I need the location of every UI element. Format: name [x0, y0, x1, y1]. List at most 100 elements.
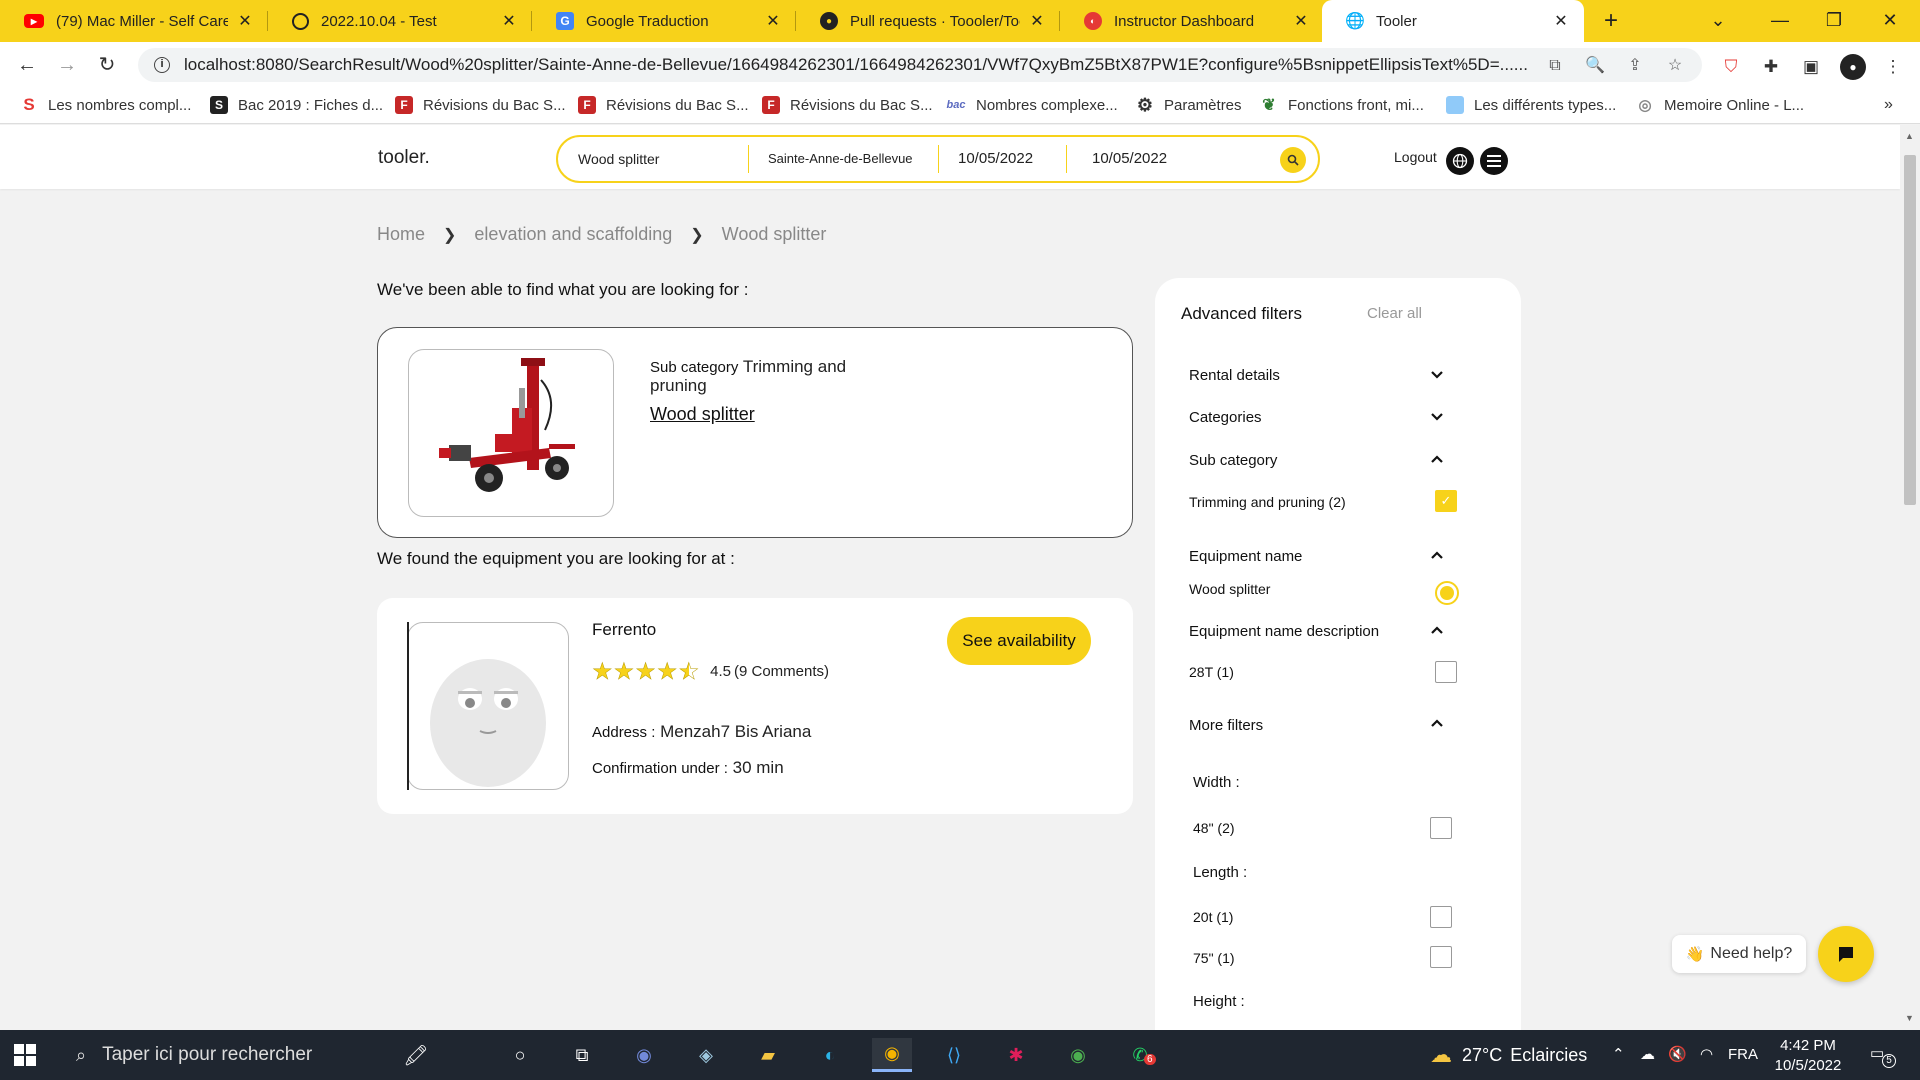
sub-category-checkbox[interactable]: ✓ [1435, 490, 1457, 512]
taskbar-clock[interactable]: 4:42 PM 10/5/2022 [1760, 1036, 1856, 1076]
cortana-icon[interactable]: ○ [500, 1038, 540, 1072]
notes-app-icon[interactable]: ◈ [686, 1038, 726, 1072]
extension-shield-icon[interactable]: ⛉ [1720, 56, 1742, 78]
weather-widget[interactable]: ☁ 27°C Eclaircies [1430, 1030, 1587, 1080]
location-input[interactable]: Sainte-Anne-de-Bellevue [768, 137, 938, 181]
description-checkbox[interactable] [1435, 661, 1457, 683]
close-icon[interactable]: ✕ [500, 11, 518, 31]
chat-button[interactable] [1818, 926, 1874, 982]
chevron-down-icon[interactable] [1429, 366, 1449, 386]
bookmark-item[interactable]: F Révisions du Bac S... [578, 96, 749, 114]
scroll-up-arrow-icon[interactable]: ▲ [1905, 131, 1914, 141]
widgets-icon[interactable]: 🖍 [396, 1038, 436, 1072]
equipment-image[interactable] [408, 349, 614, 517]
language-globe-button[interactable] [1446, 147, 1474, 175]
url-field[interactable]: i localhost:8080/SearchResult/Wood%20spl… [138, 48, 1702, 82]
edge-icon[interactable]: ◐ [810, 1038, 850, 1072]
onedrive-icon[interactable]: ☁ [1640, 1030, 1655, 1080]
equipment-name-link[interactable]: Wood splitter [650, 404, 755, 425]
chevron-up-icon[interactable]: ⌃ [1612, 1030, 1625, 1080]
volume-muted-icon[interactable]: 🔇 [1668, 1030, 1687, 1080]
bookmark-item[interactable]: S Bac 2019 : Fiches d... [210, 96, 383, 114]
site-info-icon[interactable]: i [154, 57, 170, 73]
tab-instructor-dashboard[interactable]: ◐ Instructor Dashboard ✕ [1060, 0, 1324, 42]
close-window-button[interactable]: ✕ [1862, 0, 1918, 42]
chrome-icon[interactable]: ◉ [872, 1038, 912, 1072]
bookmark-item[interactable]: F Révisions du Bac S... [395, 96, 566, 114]
forward-button[interactable]: → [52, 50, 82, 80]
chevron-down-icon[interactable] [1429, 408, 1449, 428]
slack-icon[interactable]: ✱ [996, 1038, 1036, 1072]
task-view-icon[interactable]: ⧉ [562, 1038, 602, 1072]
translate-icon[interactable]: ⧉ [1544, 55, 1566, 77]
clear-all-button[interactable]: Clear all [1367, 305, 1422, 322]
wifi-icon[interactable]: ◠ [1700, 1030, 1713, 1080]
bookmark-item[interactable]: ◎ Memoire Online - L... [1636, 96, 1804, 115]
equipment-result-card[interactable]: Sub category Trimming and pruning Wood s… [377, 327, 1133, 538]
chevron-up-icon[interactable] [1429, 547, 1449, 567]
minimize-button[interactable]: — [1752, 0, 1808, 42]
restore-button[interactable]: ❐ [1806, 0, 1862, 42]
close-icon[interactable]: ✕ [1292, 11, 1310, 31]
end-date-input[interactable]: 10/05/2022 [1092, 137, 1202, 181]
discord-icon[interactable]: ◉ [624, 1038, 664, 1072]
language-indicator[interactable]: FRA [1728, 1030, 1758, 1080]
share-icon[interactable]: ⇪ [1624, 55, 1646, 77]
notification-center-icon[interactable]: ▭ 5 [1870, 1044, 1896, 1068]
breadcrumb-category[interactable]: elevation and scaffolding [474, 224, 672, 245]
width-checkbox[interactable] [1430, 817, 1452, 839]
breadcrumb-home[interactable]: Home [377, 224, 425, 245]
scroll-down-arrow-icon[interactable]: ▼ [1905, 1013, 1914, 1023]
close-icon[interactable]: ✕ [236, 11, 254, 31]
tab-tooler[interactable]: 🌐 Tooler ✕ [1322, 0, 1584, 42]
bookmark-item[interactable]: ⚙ Paramètres [1136, 95, 1242, 115]
close-icon[interactable]: ✕ [1028, 11, 1046, 31]
vscode-icon[interactable]: ⟨⟩ [934, 1038, 974, 1072]
rental-details-section[interactable]: Rental details [1189, 367, 1280, 384]
site-logo[interactable]: tooler. [378, 147, 430, 169]
tab-youtube[interactable]: ▶ (79) Mac Miller - Self Care - ✕ [0, 0, 268, 42]
tab-test[interactable]: 2022.10.04 - Test ✕ [268, 0, 532, 42]
bookmark-item[interactable]: Les différents types... [1446, 96, 1616, 114]
page-scrollbar[interactable]: ▲ ▼ [1900, 125, 1920, 1030]
more-filters-section[interactable]: More filters [1189, 717, 1263, 734]
start-date-input[interactable]: 10/05/2022 [958, 137, 1068, 181]
file-explorer-icon[interactable]: ▰ [748, 1038, 788, 1072]
chrome-profile-icon[interactable]: ◉ [1058, 1038, 1098, 1072]
equipment-name-description-section[interactable]: Equipment name description [1189, 623, 1379, 640]
close-icon[interactable]: ✕ [1552, 11, 1570, 31]
bookmark-item[interactable]: S Les nombres compl... [20, 95, 191, 114]
chevron-up-icon[interactable] [1429, 451, 1449, 471]
bookmark-item[interactable]: bac Nombres complexe... [946, 96, 1118, 114]
bookmark-star-icon[interactable]: ☆ [1664, 55, 1686, 77]
logout-link[interactable]: Logout [1394, 149, 1437, 165]
bookmark-item[interactable]: ❦ Fonctions front, mi... [1260, 96, 1424, 115]
bookmark-item[interactable]: F Révisions du Bac S... [762, 96, 933, 114]
scrollbar-thumb[interactable] [1904, 155, 1916, 505]
equipment-name-section[interactable]: Equipment name [1189, 548, 1302, 565]
tab-search-icon[interactable]: ⌄ [1690, 0, 1746, 42]
sub-category-section[interactable]: Sub category [1189, 452, 1277, 469]
back-button[interactable]: ← [12, 50, 42, 80]
close-icon[interactable]: ✕ [764, 11, 782, 31]
chevron-up-icon[interactable] [1429, 622, 1449, 642]
see-availability-button[interactable]: See availability [947, 617, 1091, 665]
search-button[interactable] [1280, 147, 1306, 173]
tab-pull-requests[interactable]: ● Pull requests · Toooler/Tooler ✕ [796, 0, 1060, 42]
taskbar-search[interactable]: ⌕ Taper ici pour rechercher [62, 1030, 392, 1080]
windows-start-button[interactable] [14, 1044, 36, 1066]
side-panel-icon[interactable]: ▣ [1800, 56, 1822, 78]
menu-kebab-icon[interactable]: ⋮ [1882, 56, 1904, 78]
length-checkbox-2[interactable] [1430, 946, 1452, 968]
equipment-name-radio[interactable] [1435, 581, 1459, 605]
need-help-bubble[interactable]: 👋 Need help? [1672, 935, 1806, 973]
zoom-icon[interactable]: 🔍 [1584, 55, 1606, 77]
new-tab-button[interactable]: + [1596, 6, 1626, 36]
profile-avatar[interactable]: ● [1840, 54, 1866, 80]
tab-google-traduction[interactable]: G Google Traduction ✕ [532, 0, 796, 42]
equipment-search-input[interactable]: Wood splitter [578, 137, 738, 181]
extensions-icon[interactable]: ✚ [1760, 56, 1782, 78]
reload-button[interactable]: ↻ [92, 50, 122, 80]
length-checkbox-1[interactable] [1430, 906, 1452, 928]
whatsapp-icon[interactable]: ✆ 6 [1120, 1038, 1160, 1072]
